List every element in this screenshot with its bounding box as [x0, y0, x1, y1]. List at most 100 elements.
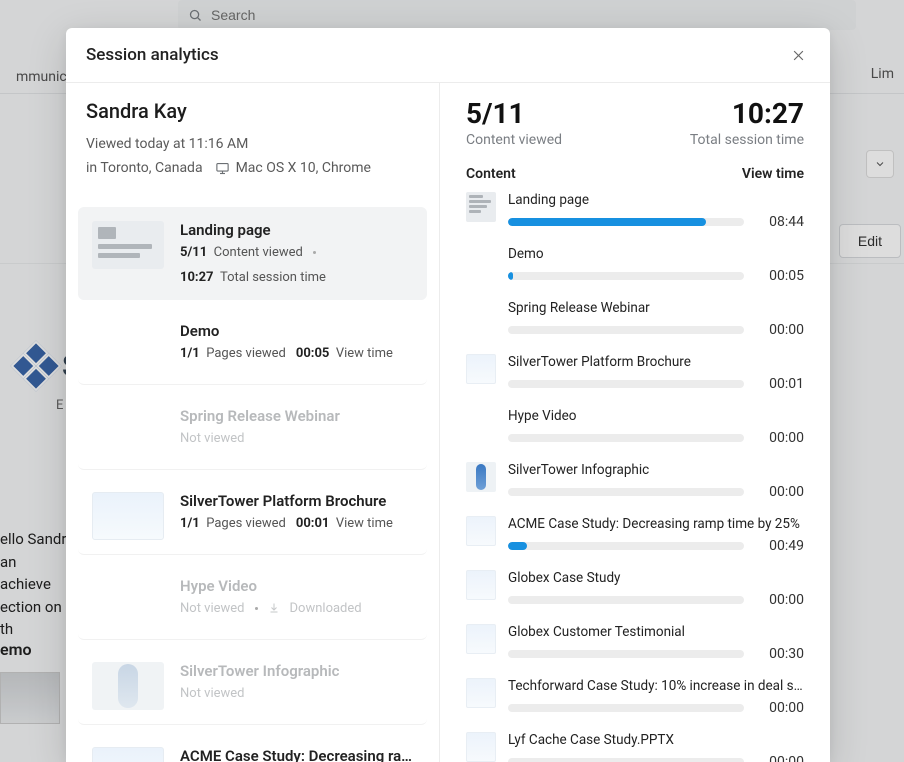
- track-bar: [508, 380, 744, 388]
- track-bar: [508, 596, 744, 604]
- thumb-info: [92, 662, 164, 710]
- track-bar: [508, 272, 744, 280]
- thumb-doc: [466, 732, 496, 762]
- thumb-landing: [92, 221, 164, 269]
- viewed-timestamp: Viewed today at 11:16 AM: [86, 133, 419, 157]
- track-item[interactable]: Lyf Cache Case Study.PPTX 00:00: [466, 732, 804, 762]
- track-time: 00:49: [758, 538, 804, 554]
- thumb-doc: [466, 570, 496, 600]
- thumb-doc: [466, 624, 496, 654]
- session-time-value: 10:27: [690, 97, 804, 130]
- track-bar: [508, 434, 744, 442]
- left-pane: Sandra Kay Viewed today at 11:16 AM in T…: [66, 83, 440, 762]
- track-bar: [508, 542, 744, 550]
- track-title: SilverTower Platform Brochure: [508, 354, 804, 370]
- thumb-doc: [466, 354, 496, 384]
- track-title: Globex Customer Testimonial: [508, 624, 804, 640]
- content-card-title: ACME Case Study: Decreasing ramp time ..…: [180, 747, 413, 762]
- track-time: 00:05: [758, 268, 804, 284]
- track-item[interactable]: Landing page 08:44: [466, 192, 804, 230]
- summary-row: 5/11 Content viewed 10:27 Total session …: [466, 97, 804, 148]
- viewer-platform: Mac OS X 10, Chrome: [236, 157, 371, 181]
- content-card[interactable]: SilverTower Platform Brochure 1/1 Pages …: [78, 478, 427, 555]
- thumb-blank: [466, 246, 496, 276]
- track-title: Lyf Cache Case Study.PPTX: [508, 732, 804, 748]
- track-title: ACME Case Study: Decreasing ramp time by…: [508, 516, 804, 532]
- content-card[interactable]: Hype Video Not viewed Downloaded: [78, 563, 427, 640]
- thumb-blank: [92, 322, 164, 370]
- monitor-icon: [215, 161, 230, 176]
- content-card-title: Demo: [180, 322, 413, 340]
- track-title: Hype Video: [508, 408, 804, 424]
- track-bar: [508, 488, 744, 496]
- viewer-location: in Toronto, Canada: [86, 157, 203, 181]
- track-item[interactable]: Techforward Case Study: 10% increase in …: [466, 678, 804, 716]
- track-bar: [508, 758, 744, 762]
- track-bar: [508, 218, 744, 226]
- thumb-info: [466, 462, 496, 492]
- thumb-blank: [92, 577, 164, 625]
- thumb-doc: [466, 678, 496, 708]
- thumb-blank: [92, 407, 164, 455]
- track-item[interactable]: Globex Customer Testimonial 00:30: [466, 624, 804, 662]
- tracks-list: Landing page 08:44 Demo 00:05 Spring Rel…: [466, 192, 804, 762]
- content-card[interactable]: SilverTower Infographic Not viewed: [78, 648, 427, 725]
- track-time: 00:00: [758, 322, 804, 338]
- track-title: Spring Release Webinar: [508, 300, 804, 316]
- content-card[interactable]: ACME Case Study: Decreasing ramp time ..…: [78, 733, 427, 762]
- content-card[interactable]: Landing page 5/11 Content viewed 10:27 T…: [78, 207, 427, 300]
- track-title: Demo: [508, 246, 804, 262]
- content-card-title: Hype Video: [180, 577, 413, 595]
- track-title: Techforward Case Study: 10% increase in …: [508, 678, 804, 694]
- content-list: Landing page 5/11 Content viewed 10:27 T…: [66, 191, 439, 762]
- track-item[interactable]: SilverTower Platform Brochure 00:01: [466, 354, 804, 392]
- track-item[interactable]: ACME Case Study: Decreasing ramp time by…: [466, 516, 804, 554]
- track-time: 00:00: [758, 484, 804, 500]
- track-bar: [508, 704, 744, 712]
- track-item[interactable]: Hype Video 00:00: [466, 408, 804, 446]
- track-time: 00:00: [758, 592, 804, 608]
- track-bar: [508, 326, 744, 334]
- thumb-blank: [466, 408, 496, 438]
- thumb-doc: [466, 516, 496, 546]
- thumb-doc: [92, 747, 164, 762]
- content-viewed-value: 5/11: [466, 97, 562, 130]
- content-viewed-label: Content viewed: [466, 132, 562, 148]
- content-card-title: SilverTower Platform Brochure: [180, 492, 413, 510]
- track-time: 00:00: [758, 700, 804, 716]
- session-time-label: Total session time: [690, 132, 804, 148]
- track-time: 08:44: [758, 214, 804, 230]
- session-analytics-modal: Session analytics Sandra Kay Viewed toda…: [66, 28, 830, 762]
- viewer-name: Sandra Kay: [86, 99, 419, 123]
- thumb-landing: [466, 192, 496, 222]
- track-item[interactable]: Demo 00:05: [466, 246, 804, 284]
- viewer-info: Sandra Kay Viewed today at 11:16 AM in T…: [66, 83, 439, 191]
- track-bar: [508, 650, 744, 658]
- content-card-title: Landing page: [180, 221, 413, 239]
- track-time: 00:30: [758, 646, 804, 662]
- track-item[interactable]: Globex Case Study 00:00: [466, 570, 804, 608]
- close-button[interactable]: [786, 43, 810, 67]
- track-item[interactable]: Spring Release Webinar 00:00: [466, 300, 804, 338]
- track-time: 00:00: [758, 430, 804, 446]
- track-item[interactable]: SilverTower Infographic 00:00: [466, 462, 804, 500]
- track-time: 00:01: [758, 376, 804, 392]
- track-title: Landing page: [508, 192, 804, 208]
- content-card-title: SilverTower Infographic: [180, 662, 413, 680]
- track-title: SilverTower Infographic: [508, 462, 804, 478]
- modal-header: Session analytics: [66, 28, 830, 83]
- download-icon: [268, 602, 280, 614]
- content-card-title: Spring Release Webinar: [180, 407, 413, 425]
- thumb-blank: [466, 300, 496, 330]
- thumb-doc: [92, 492, 164, 540]
- track-time: 00:00: [758, 754, 804, 762]
- tracks-header: Content View time: [466, 166, 804, 182]
- content-card[interactable]: Spring Release Webinar Not viewed: [78, 393, 427, 470]
- tracks-header-content: Content: [466, 166, 516, 182]
- content-card[interactable]: Demo 1/1 Pages viewed 00:05 View time: [78, 308, 427, 385]
- right-pane: 5/11 Content viewed 10:27 Total session …: [440, 83, 830, 762]
- tracks-header-viewtime: View time: [742, 166, 804, 182]
- track-title: Globex Case Study: [508, 570, 804, 586]
- close-icon: [791, 48, 806, 63]
- modal-title: Session analytics: [86, 45, 219, 65]
